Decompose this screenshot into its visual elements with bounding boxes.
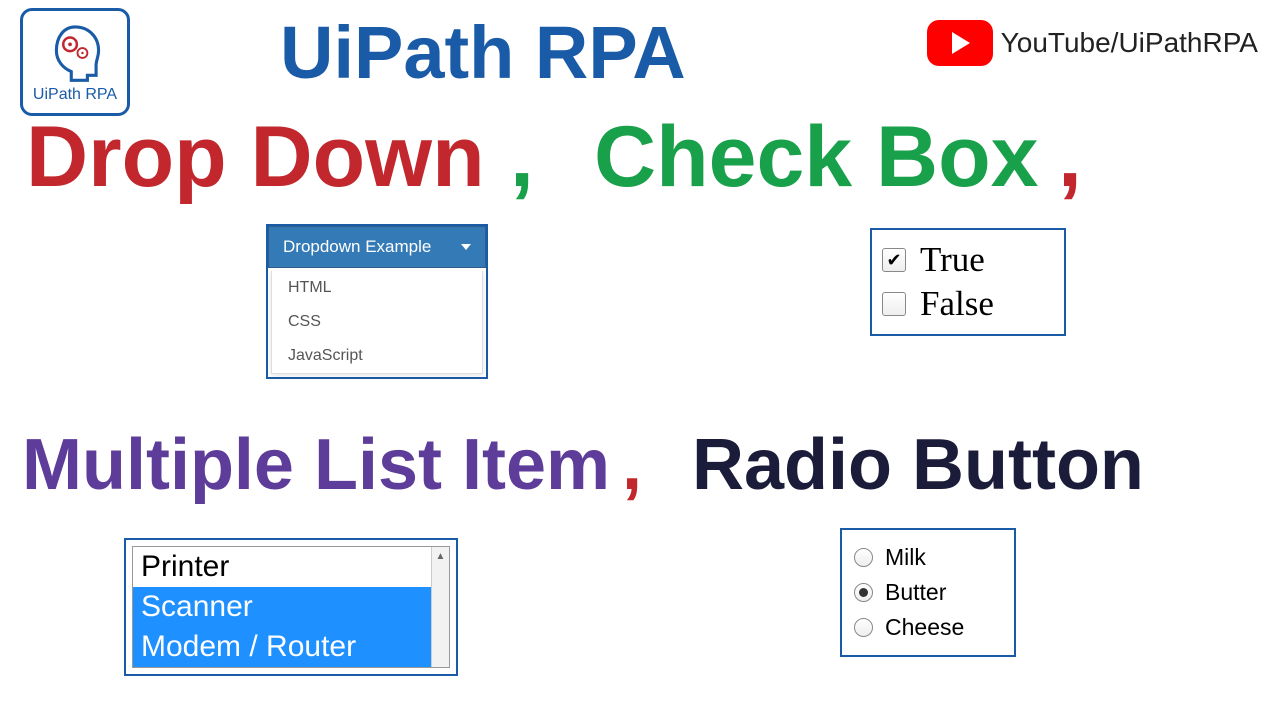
heading-multiple-list: Multiple List Item bbox=[22, 424, 610, 506]
logo-text: UiPath RPA bbox=[33, 86, 117, 104]
page-title: UiPath RPA bbox=[280, 10, 686, 95]
checkbox-row: ✔ True bbox=[882, 238, 1054, 282]
dropdown-example: Dropdown Example HTML CSS JavaScript bbox=[266, 224, 488, 379]
youtube-label: YouTube/UiPathRPA bbox=[1001, 27, 1258, 59]
listbox[interactable]: Printer Scanner Modem / Router ▲ bbox=[132, 546, 450, 668]
radio-row: Butter bbox=[854, 575, 1002, 610]
checkbox-input[interactable] bbox=[882, 292, 906, 316]
dropdown-button-label: Dropdown Example bbox=[283, 237, 431, 257]
brain-gears-icon bbox=[44, 22, 106, 84]
separator-comma: , bbox=[1058, 108, 1082, 207]
radio-example: Milk Butter Cheese bbox=[840, 528, 1016, 657]
heading-check-box: Check Box bbox=[594, 108, 1039, 207]
separator-comma: , bbox=[510, 108, 534, 207]
radio-row: Milk bbox=[854, 540, 1002, 575]
radio-input[interactable] bbox=[854, 548, 873, 567]
checkbox-label: False bbox=[920, 284, 994, 324]
list-item[interactable]: Scanner bbox=[133, 587, 449, 627]
radio-label: Butter bbox=[885, 579, 946, 606]
logo-box: UiPath RPA bbox=[20, 8, 130, 116]
radio-row: Cheese bbox=[854, 610, 1002, 645]
dropdown-toggle-button[interactable]: Dropdown Example bbox=[268, 226, 486, 268]
checkbox-label: True bbox=[920, 240, 985, 280]
checkbox-example: ✔ True False bbox=[870, 228, 1066, 336]
dropdown-item[interactable]: HTML bbox=[272, 271, 482, 305]
youtube-icon bbox=[927, 20, 993, 66]
heading-drop-down: Drop Down bbox=[26, 108, 485, 207]
listbox-example: Printer Scanner Modem / Router ▲ bbox=[124, 538, 458, 676]
list-item[interactable]: Printer bbox=[133, 547, 449, 587]
checkbox-input[interactable]: ✔ bbox=[882, 248, 906, 272]
radio-label: Milk bbox=[885, 544, 926, 571]
dropdown-menu: HTML CSS JavaScript bbox=[271, 271, 483, 374]
scroll-up-icon[interactable]: ▲ bbox=[432, 547, 449, 565]
radio-label: Cheese bbox=[885, 614, 964, 641]
heading-radio-button: Radio Button bbox=[692, 424, 1144, 506]
caret-down-icon bbox=[461, 244, 471, 250]
separator-comma: , bbox=[622, 424, 642, 506]
dropdown-item[interactable]: JavaScript bbox=[272, 339, 482, 373]
scrollbar[interactable]: ▲ bbox=[431, 547, 449, 667]
list-item[interactable]: Modem / Router bbox=[133, 627, 449, 667]
dropdown-item[interactable]: CSS bbox=[272, 305, 482, 339]
checkbox-row: False bbox=[882, 282, 1054, 326]
youtube-link[interactable]: YouTube/UiPathRPA bbox=[927, 20, 1258, 66]
radio-input[interactable] bbox=[854, 618, 873, 637]
radio-input[interactable] bbox=[854, 583, 873, 602]
